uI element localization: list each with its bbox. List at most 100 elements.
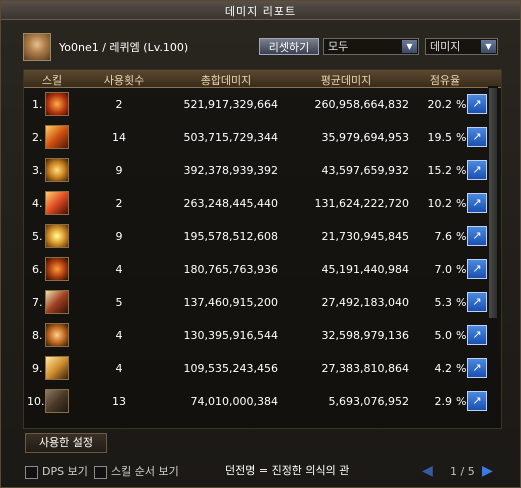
table-row: 5. 9 195,578,512,608 21,730,945,845 7.6 … <box>24 220 491 253</box>
row-index: 6. <box>32 263 43 276</box>
avatar <box>23 33 51 61</box>
title-bar[interactable]: 데미지 리포트 <box>1 1 520 20</box>
filter-dropdown[interactable]: 모두 ▼ <box>323 38 419 55</box>
average-damage-cell: 260,958,664,832 <box>314 98 409 111</box>
pagination: ◀ 1 / 5 ▶ <box>420 461 502 481</box>
prev-page-icon[interactable]: ◀ <box>422 463 433 479</box>
row-index: 9. <box>32 362 43 375</box>
uses-cell: 4 <box>115 329 123 342</box>
average-damage-cell: 27,492,183,040 <box>321 296 409 309</box>
table-row: 4. 2 263,248,445,440 131,624,222,720 10.… <box>24 187 491 220</box>
total-damage-cell: 195,578,512,608 <box>183 230 278 243</box>
skill-icon <box>45 257 69 281</box>
percent-sign: % <box>456 98 467 111</box>
column-header-total: 총합데미지 <box>200 74 252 87</box>
share-link-icon[interactable]: ↗ <box>467 127 487 147</box>
share-link-icon[interactable]: ↗ <box>467 226 487 246</box>
uses-cell: 2 <box>115 98 123 111</box>
average-damage-cell: 5,693,076,952 <box>328 395 409 408</box>
average-damage-cell: 27,383,810,864 <box>321 362 409 375</box>
share-cell: 7.6 <box>434 230 453 243</box>
total-damage-cell: 74,010,000,384 <box>190 395 278 408</box>
column-header-average: 평균데미지 <box>320 74 372 87</box>
total-damage-cell: 130,395,916,544 <box>183 329 278 342</box>
total-damage-cell: 109,535,243,456 <box>183 362 278 375</box>
share-cell: 4.2 <box>434 362 453 375</box>
skill-icon <box>45 290 69 314</box>
table-row: 6. 4 180,765,763,936 45,191,440,984 7.0 … <box>24 253 491 286</box>
filter-dropdown-value: 모두 <box>328 40 349 53</box>
table-row: 10. 13 74,010,000,384 5,693,076,952 2.9 … <box>24 385 491 418</box>
share-link-icon[interactable]: ↗ <box>467 358 487 378</box>
scrollbar-thumb[interactable] <box>489 88 497 318</box>
table-row: 7. 5 137,460,915,200 27,492,183,040 5.3 … <box>24 286 491 319</box>
sort-dropdown[interactable]: 데미지 ▼ <box>425 38 498 55</box>
total-damage-cell: 180,765,763,936 <box>183 263 278 276</box>
percent-sign: % <box>456 329 467 342</box>
share-link-icon[interactable]: ↗ <box>467 160 487 180</box>
uses-cell: 4 <box>115 263 123 276</box>
table-scrollbar[interactable] <box>488 86 498 426</box>
column-header-skill: 스킬 <box>41 74 63 87</box>
average-damage-cell: 35,979,694,953 <box>321 131 409 144</box>
checkbox-box[interactable] <box>25 465 38 479</box>
uses-cell: 14 <box>112 131 126 144</box>
chevron-down-icon[interactable]: ▼ <box>481 40 496 53</box>
table-row: 2. 14 503,715,729,344 35,979,694,953 19.… <box>24 121 491 154</box>
share-link-icon[interactable]: ↗ <box>467 259 487 279</box>
page-indicator: 1 / 5 <box>450 465 475 478</box>
sort-dropdown-value: 데미지 <box>430 40 461 53</box>
skill-table: 스킬 사용횟수 총합데미지 평균데미지 점유율 1. 2 521,917,329… <box>23 69 502 429</box>
table-header: 스킬 사용횟수 총합데미지 평균데미지 점유율 <box>24 70 501 88</box>
window-title: 데미지 리포트 <box>224 5 297 18</box>
table-row: 3. 9 392,378,939,392 43,597,659,932 15.2… <box>24 154 491 187</box>
tab-used-settings[interactable]: 사용한 설정 <box>25 433 107 453</box>
total-damage-cell: 503,715,729,344 <box>183 131 278 144</box>
percent-sign: % <box>456 131 467 144</box>
share-cell: 2.9 <box>434 395 453 408</box>
uses-cell: 4 <box>115 362 123 375</box>
skill-icon <box>45 323 69 347</box>
average-damage-cell: 43,597,659,932 <box>321 164 409 177</box>
share-cell: 5.0 <box>434 329 453 342</box>
share-link-icon[interactable]: ↗ <box>467 94 487 114</box>
share-cell: 5.3 <box>434 296 453 309</box>
next-page-icon[interactable]: ▶ <box>482 463 493 479</box>
dps-view-label: DPS 보기 <box>42 465 88 478</box>
skill-icon <box>45 92 69 116</box>
skill-icon <box>45 191 69 215</box>
uses-cell: 2 <box>115 197 123 210</box>
reset-button[interactable]: 리셋하기 <box>259 38 319 55</box>
checkbox-box[interactable] <box>94 465 107 479</box>
share-cell: 15.2 <box>427 164 453 177</box>
share-cell: 19.5 <box>427 131 453 144</box>
percent-sign: % <box>456 395 467 408</box>
dungeon-title: 던전명 = 진정한 의식의 관 <box>225 464 350 477</box>
share-cell: 20.2 <box>427 98 453 111</box>
skill-icon <box>45 389 69 413</box>
row-index: 4. <box>32 197 43 210</box>
skill-icon <box>45 356 69 380</box>
row-index: 2. <box>32 131 43 144</box>
share-link-icon[interactable]: ↗ <box>467 325 487 345</box>
dps-view-checkbox[interactable]: DPS 보기 <box>25 463 88 479</box>
uses-cell: 5 <box>115 296 123 309</box>
column-header-share: 점유율 <box>429 74 461 87</box>
share-link-icon[interactable]: ↗ <box>467 292 487 312</box>
share-link-icon[interactable]: ↗ <box>467 193 487 213</box>
column-header-uses: 사용횟수 <box>103 74 145 87</box>
table-row: 1. 2 521,917,329,664 260,958,664,832 20.… <box>24 88 491 121</box>
percent-sign: % <box>456 164 467 177</box>
row-index: 5. <box>32 230 43 243</box>
chevron-down-icon[interactable]: ▼ <box>402 40 417 53</box>
damage-report-window: 데미지 리포트 Yo0ne1 / 레퀴엠 (Lv.100) 리셋하기 모두 ▼ … <box>0 0 521 488</box>
skill-icon <box>45 224 69 248</box>
share-link-icon[interactable]: ↗ <box>467 391 487 411</box>
percent-sign: % <box>456 362 467 375</box>
table-row: 9. 4 109,535,243,456 27,383,810,864 4.2 … <box>24 352 491 385</box>
skill-icon <box>45 158 69 182</box>
table-row: 8. 4 130,395,916,544 32,598,979,136 5.0 … <box>24 319 491 352</box>
row-index: 3. <box>32 164 43 177</box>
average-damage-cell: 45,191,440,984 <box>321 263 409 276</box>
skill-order-checkbox[interactable]: 스킬 순서 보기 <box>94 463 179 479</box>
